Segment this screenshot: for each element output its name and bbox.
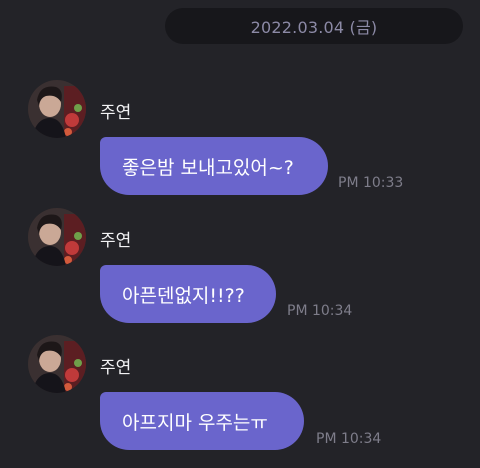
message-timestamp: PM 10:34 [316, 431, 382, 447]
date-divider: 2022.03.04 (금) [165, 8, 463, 44]
message-text: 좋은밤 보내고있어~? [122, 156, 294, 179]
message-text: 아프지마 우주는ㅠ [122, 411, 268, 434]
sender-avatar[interactable] [28, 208, 86, 266]
sender-name: 주연 [100, 358, 132, 378]
date-divider-label: 2022.03.04 (금) [250, 18, 378, 37]
sender-avatar[interactable] [28, 335, 86, 393]
message-bubble[interactable]: 아픈덴없지!!?? [100, 265, 276, 323]
message-timestamp: PM 10:33 [338, 175, 404, 191]
message-bubble[interactable]: 좋은밤 보내고있어~? [100, 137, 328, 195]
message-timestamp: PM 10:34 [287, 303, 353, 319]
message-text: 아픈덴없지!!?? [122, 284, 245, 307]
sender-name: 주연 [100, 231, 132, 251]
message-bubble[interactable]: 아프지마 우주는ㅠ [100, 392, 304, 450]
sender-avatar[interactable] [28, 80, 86, 138]
sender-name: 주연 [100, 103, 132, 123]
